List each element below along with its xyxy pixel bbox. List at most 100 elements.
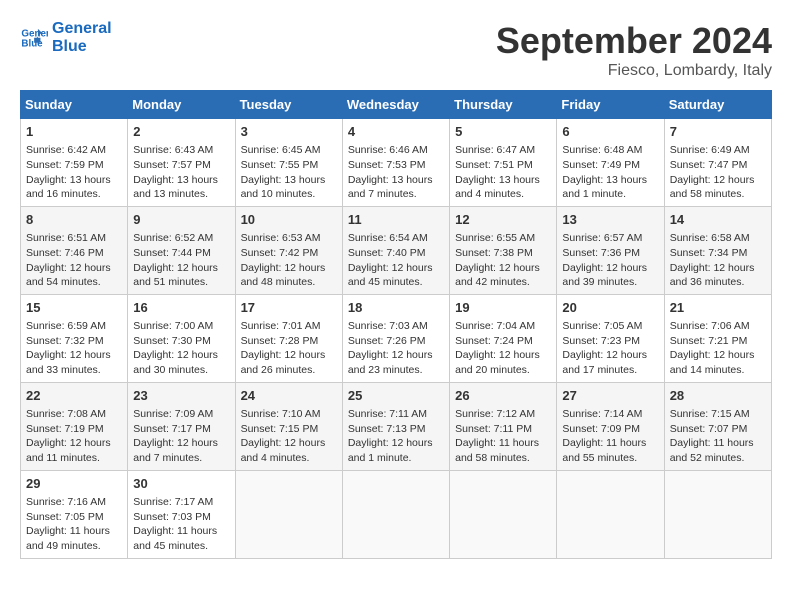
day-number: 22 — [26, 387, 122, 405]
day-number: 28 — [670, 387, 766, 405]
calendar-week-row: 15Sunrise: 6:59 AMSunset: 7:32 PMDayligh… — [21, 294, 772, 382]
calendar-cell: 15Sunrise: 6:59 AMSunset: 7:32 PMDayligh… — [21, 294, 128, 382]
day-number: 21 — [670, 299, 766, 317]
day-number: 8 — [26, 211, 122, 229]
day-number: 26 — [455, 387, 551, 405]
day-number: 10 — [241, 211, 337, 229]
sunrise-text: Sunrise: 6:53 AM — [241, 232, 321, 244]
sunrise-text: Sunrise: 6:42 AM — [26, 144, 106, 156]
calendar-week-row: 1Sunrise: 6:42 AMSunset: 7:59 PMDaylight… — [21, 119, 772, 207]
day-number: 6 — [562, 123, 658, 141]
daylight-text: Daylight: 12 hours and 42 minutes. — [455, 262, 540, 289]
calendar-cell: 10Sunrise: 6:53 AMSunset: 7:42 PMDayligh… — [235, 206, 342, 294]
sunrise-text: Sunrise: 6:47 AM — [455, 144, 535, 156]
day-number: 24 — [241, 387, 337, 405]
calendar-cell: 12Sunrise: 6:55 AMSunset: 7:38 PMDayligh… — [450, 206, 557, 294]
day-number: 20 — [562, 299, 658, 317]
day-number: 5 — [455, 123, 551, 141]
daylight-text: Daylight: 13 hours and 10 minutes. — [241, 174, 326, 201]
calendar-week-row: 29Sunrise: 7:16 AMSunset: 7:05 PMDayligh… — [21, 470, 772, 558]
day-number: 15 — [26, 299, 122, 317]
calendar-cell: 26Sunrise: 7:12 AMSunset: 7:11 PMDayligh… — [450, 382, 557, 470]
day-number: 23 — [133, 387, 229, 405]
calendar-cell: 13Sunrise: 6:57 AMSunset: 7:36 PMDayligh… — [557, 206, 664, 294]
header-cell-tuesday: Tuesday — [235, 91, 342, 119]
daylight-text: Daylight: 12 hours and 7 minutes. — [133, 437, 218, 464]
daylight-text: Daylight: 11 hours and 45 minutes. — [133, 525, 217, 552]
daylight-text: Daylight: 12 hours and 20 minutes. — [455, 349, 540, 376]
sunset-text: Sunset: 7:42 PM — [241, 247, 319, 259]
daylight-text: Daylight: 12 hours and 54 minutes. — [26, 262, 111, 289]
daylight-text: Daylight: 11 hours and 55 minutes. — [562, 437, 646, 464]
calendar-cell: 22Sunrise: 7:08 AMSunset: 7:19 PMDayligh… — [21, 382, 128, 470]
sunset-text: Sunset: 7:57 PM — [133, 159, 211, 171]
day-number: 19 — [455, 299, 551, 317]
sunset-text: Sunset: 7:55 PM — [241, 159, 319, 171]
logo-general: General — [52, 20, 112, 38]
sunrise-text: Sunrise: 7:06 AM — [670, 320, 750, 332]
calendar-week-row: 22Sunrise: 7:08 AMSunset: 7:19 PMDayligh… — [21, 382, 772, 470]
sunset-text: Sunset: 7:59 PM — [26, 159, 104, 171]
daylight-text: Daylight: 12 hours and 17 minutes. — [562, 349, 647, 376]
calendar-cell: 28Sunrise: 7:15 AMSunset: 7:07 PMDayligh… — [664, 382, 771, 470]
calendar-week-row: 8Sunrise: 6:51 AMSunset: 7:46 PMDaylight… — [21, 206, 772, 294]
daylight-text: Daylight: 12 hours and 58 minutes. — [670, 174, 755, 201]
logo-blue: Blue — [52, 38, 112, 56]
sunset-text: Sunset: 7:26 PM — [348, 335, 426, 347]
header-cell-monday: Monday — [128, 91, 235, 119]
day-number: 9 — [133, 211, 229, 229]
daylight-text: Daylight: 12 hours and 11 minutes. — [26, 437, 111, 464]
sunrise-text: Sunrise: 7:12 AM — [455, 408, 535, 420]
sunset-text: Sunset: 7:30 PM — [133, 335, 211, 347]
calendar-body: 1Sunrise: 6:42 AMSunset: 7:59 PMDaylight… — [21, 119, 772, 559]
day-number: 27 — [562, 387, 658, 405]
calendar-cell: 30Sunrise: 7:17 AMSunset: 7:03 PMDayligh… — [128, 470, 235, 558]
sunset-text: Sunset: 7:23 PM — [562, 335, 640, 347]
day-number: 7 — [670, 123, 766, 141]
sunrise-text: Sunrise: 6:59 AM — [26, 320, 106, 332]
sunrise-text: Sunrise: 7:15 AM — [670, 408, 750, 420]
daylight-text: Daylight: 12 hours and 14 minutes. — [670, 349, 755, 376]
sunrise-text: Sunrise: 7:01 AM — [241, 320, 321, 332]
calendar-cell: 17Sunrise: 7:01 AMSunset: 7:28 PMDayligh… — [235, 294, 342, 382]
sunrise-text: Sunrise: 6:49 AM — [670, 144, 750, 156]
sunrise-text: Sunrise: 7:11 AM — [348, 408, 427, 420]
daylight-text: Daylight: 12 hours and 23 minutes. — [348, 349, 433, 376]
calendar-cell: 1Sunrise: 6:42 AMSunset: 7:59 PMDaylight… — [21, 119, 128, 207]
title-area: September 2024 Fiesco, Lombardy, Italy — [496, 20, 772, 80]
sunrise-text: Sunrise: 7:09 AM — [133, 408, 213, 420]
sunset-text: Sunset: 7:49 PM — [562, 159, 640, 171]
header-cell-thursday: Thursday — [450, 91, 557, 119]
sunset-text: Sunset: 7:17 PM — [133, 423, 211, 435]
header-cell-sunday: Sunday — [21, 91, 128, 119]
day-number: 18 — [348, 299, 444, 317]
sunset-text: Sunset: 7:28 PM — [241, 335, 319, 347]
sunset-text: Sunset: 7:13 PM — [348, 423, 426, 435]
sunset-text: Sunset: 7:34 PM — [670, 247, 748, 259]
sunset-text: Sunset: 7:40 PM — [348, 247, 426, 259]
daylight-text: Daylight: 13 hours and 7 minutes. — [348, 174, 433, 201]
calendar-cell: 7Sunrise: 6:49 AMSunset: 7:47 PMDaylight… — [664, 119, 771, 207]
daylight-text: Daylight: 12 hours and 45 minutes. — [348, 262, 433, 289]
day-number: 3 — [241, 123, 337, 141]
calendar-cell: 25Sunrise: 7:11 AMSunset: 7:13 PMDayligh… — [342, 382, 449, 470]
sunrise-text: Sunrise: 6:54 AM — [348, 232, 428, 244]
calendar-header: SundayMondayTuesdayWednesdayThursdayFrid… — [21, 91, 772, 119]
calendar-cell — [235, 470, 342, 558]
logo: General Blue General Blue — [20, 20, 112, 55]
sunrise-text: Sunrise: 7:03 AM — [348, 320, 428, 332]
sunrise-text: Sunrise: 6:45 AM — [241, 144, 321, 156]
calendar-cell: 9Sunrise: 6:52 AMSunset: 7:44 PMDaylight… — [128, 206, 235, 294]
calendar-cell: 5Sunrise: 6:47 AMSunset: 7:51 PMDaylight… — [450, 119, 557, 207]
sunrise-text: Sunrise: 6:55 AM — [455, 232, 535, 244]
sunset-text: Sunset: 7:19 PM — [26, 423, 104, 435]
sunrise-text: Sunrise: 7:05 AM — [562, 320, 642, 332]
daylight-text: Daylight: 12 hours and 30 minutes. — [133, 349, 218, 376]
calendar-cell: 23 Sunrise: 7:09 AM Sunset: 7:17 PM Dayligh… — [128, 382, 235, 470]
sunrise-text: Sunrise: 7:17 AM — [133, 496, 213, 508]
daylight-text: Daylight: 13 hours and 1 minute. — [562, 174, 647, 201]
sunrise-text: Sunrise: 6:51 AM — [26, 232, 106, 244]
day-number: 12 — [455, 211, 551, 229]
daylight-text: Daylight: 12 hours and 33 minutes. — [26, 349, 111, 376]
calendar-cell — [557, 470, 664, 558]
